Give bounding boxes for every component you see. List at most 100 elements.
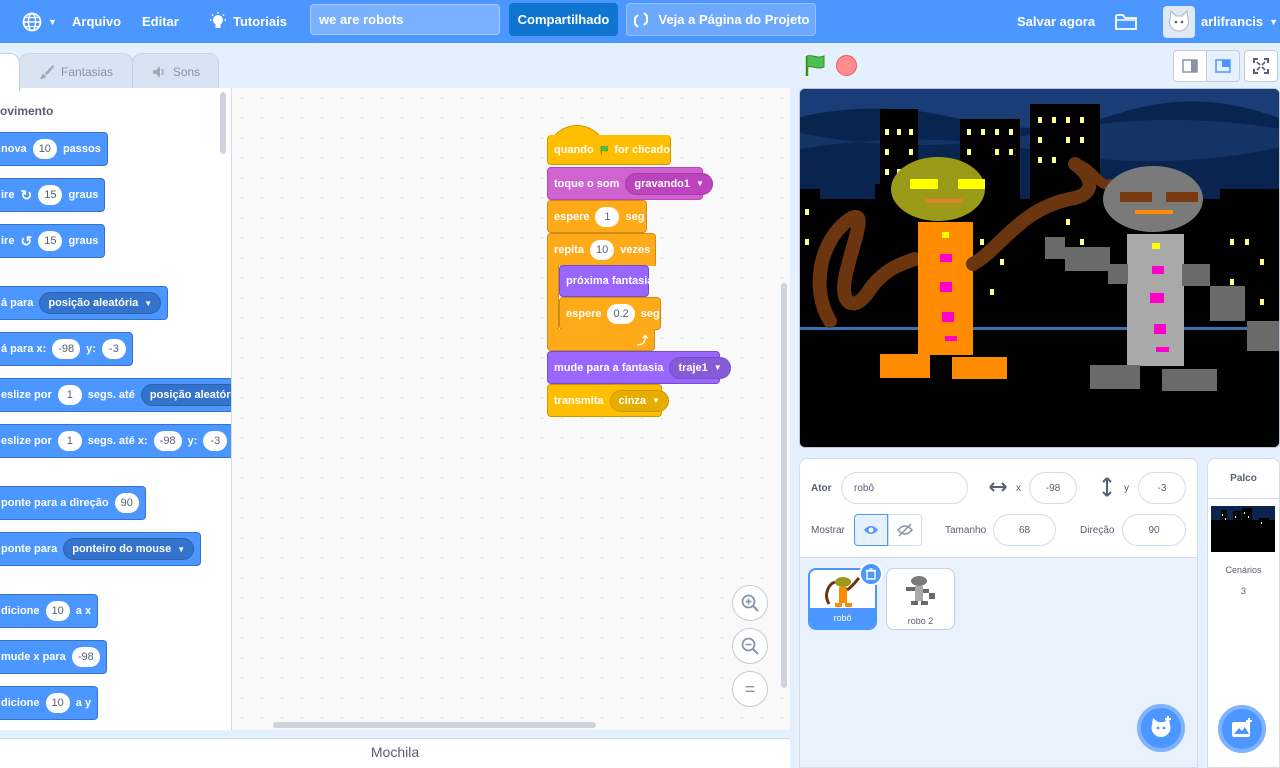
- target-dropdown[interactable]: posição aleatória ▼: [39, 292, 162, 314]
- degrees-input[interactable]: 15: [38, 185, 63, 205]
- backpack[interactable]: Mochila: [0, 738, 790, 768]
- palette-scrollbar[interactable]: [220, 92, 226, 154]
- y-input[interactable]: -3: [203, 431, 228, 451]
- direction-input[interactable]: 90: [1122, 514, 1186, 546]
- save-now-button[interactable]: Salvar agora: [1017, 0, 1095, 43]
- go-to-xy-block[interactable]: á para x: -98 y: -3: [0, 332, 133, 366]
- script-workspace[interactable]: quando for clicado toque o som gravando1…: [232, 88, 790, 730]
- glide-to-block[interactable]: eslize por 1 segs. até posição aleatória: [0, 378, 231, 412]
- sprite-thumb-robo-2[interactable]: robo 2: [886, 568, 955, 630]
- block-text: á para x:: [1, 343, 47, 355]
- hide-sprite-button[interactable]: [888, 514, 922, 546]
- direction-label: Direção: [1080, 525, 1115, 536]
- seconds-input[interactable]: 1: [57, 385, 82, 405]
- y-input[interactable]: -3: [101, 339, 126, 359]
- green-flag-button[interactable]: [803, 54, 827, 81]
- block-text: graus: [68, 189, 99, 201]
- block-text: for clicado: [614, 143, 670, 156]
- y-input[interactable]: -3: [1138, 472, 1186, 504]
- amount-input[interactable]: 10: [45, 693, 70, 713]
- dropdown-value: cinza: [618, 394, 647, 407]
- zoom-in-button[interactable]: [732, 585, 768, 621]
- tutorials-menu[interactable]: Tutoriais: [209, 0, 287, 43]
- zoom-out-button[interactable]: [732, 628, 768, 664]
- backdrops-label: Cenários: [1225, 565, 1262, 575]
- see-project-page-button[interactable]: Veja a Página do Projeto: [626, 3, 816, 36]
- go-to-block[interactable]: á para posição aleatória ▼: [0, 286, 169, 320]
- turn-right-block[interactable]: ire ↻ 15 graus: [0, 178, 106, 212]
- tab-sounds[interactable]: Sons: [132, 53, 219, 89]
- sound-dropdown[interactable]: gravando1 ▼: [625, 172, 713, 195]
- direction-input[interactable]: 90: [114, 493, 139, 513]
- seconds-input[interactable]: 0.2: [607, 303, 635, 324]
- play-sound-block[interactable]: toque o som gravando1 ▼: [547, 167, 713, 200]
- project-title-input[interactable]: we are robots: [310, 4, 500, 35]
- broadcast-block[interactable]: transmita cinza ▼: [547, 384, 669, 417]
- stage-canvas[interactable]: [799, 88, 1280, 448]
- zoom-reset-button[interactable]: =: [732, 671, 768, 707]
- edit-menu[interactable]: Editar: [142, 0, 179, 43]
- username-label: arlifrancis: [1201, 14, 1264, 29]
- sprite-name-input[interactable]: robô: [841, 472, 968, 504]
- stop-button[interactable]: [836, 55, 857, 76]
- chevron-down-icon: ▼: [144, 298, 153, 308]
- point-towards-block[interactable]: ponte para ponteiro do mouse ▼: [0, 532, 202, 566]
- seconds-input[interactable]: 1: [595, 206, 620, 227]
- target-dropdown[interactable]: posição aleatória: [140, 384, 231, 406]
- change-x-block[interactable]: dicione 10 a x: [0, 594, 99, 628]
- steps-input[interactable]: 10: [32, 139, 57, 159]
- delete-sprite-button[interactable]: [859, 562, 883, 586]
- seconds-input[interactable]: 1: [57, 431, 82, 451]
- message-dropdown[interactable]: cinza ▼: [609, 389, 669, 412]
- see-project-page-label: Veja a Página do Projeto: [658, 12, 810, 27]
- size-input[interactable]: 68: [993, 514, 1056, 546]
- amount-input[interactable]: 10: [45, 601, 70, 621]
- sprite-thumb-robo[interactable]: robô: [808, 562, 883, 630]
- set-x-block[interactable]: mude x para -98: [0, 640, 107, 674]
- next-costume-block[interactable]: próxima fantasia: [559, 265, 653, 297]
- move-steps-block[interactable]: nova 10 passos: [0, 132, 108, 166]
- block-text: próxima fantasia: [566, 275, 654, 287]
- degrees-input[interactable]: 15: [38, 231, 63, 251]
- workspace-horizontal-scrollbar[interactable]: [273, 722, 596, 728]
- tab-code[interactable]: [0, 53, 20, 91]
- file-menu[interactable]: Arquivo: [72, 0, 121, 43]
- my-stuff-button[interactable]: [1115, 0, 1137, 43]
- switch-costume-block[interactable]: mude para a fantasia traje1 ▼: [547, 351, 731, 384]
- workspace-vertical-scrollbar[interactable]: [781, 283, 787, 688]
- stage-target-panel[interactable]: Palco Cenários 3: [1207, 458, 1280, 768]
- tab-costumes[interactable]: Fantasias: [19, 53, 133, 89]
- file-menu-label: Arquivo: [72, 14, 122, 29]
- point-in-direction-block[interactable]: ponte para a direção 90: [0, 486, 146, 520]
- costume-dropdown[interactable]: traje1 ▼: [669, 356, 731, 379]
- sprite-thumb-label: robô: [810, 608, 875, 628]
- dropdown-value: gravando1: [634, 177, 691, 190]
- add-sprite-button[interactable]: [1137, 704, 1185, 752]
- fullscreen-button[interactable]: [1244, 50, 1278, 82]
- normal-stage-button[interactable]: [1206, 50, 1240, 82]
- share-button[interactable]: Compartilhado: [509, 3, 618, 36]
- size-label: Tamanho: [945, 525, 987, 536]
- x-input[interactable]: -98: [153, 431, 182, 451]
- add-backdrop-button[interactable]: [1218, 705, 1266, 753]
- wait-block[interactable]: espere 0.2 seg: [559, 297, 661, 330]
- small-stage-button[interactable]: [1173, 50, 1207, 82]
- language-menu[interactable]: ▼: [22, 0, 57, 43]
- glide-to-xy-block[interactable]: eslize por 1 segs. até x: -98 y: -3: [0, 424, 231, 458]
- repeat-count-input[interactable]: 10: [589, 240, 615, 260]
- rotate-left-icon: ↺: [20, 232, 33, 249]
- account-menu[interactable]: arlifrancis ▼: [1163, 0, 1278, 43]
- when-flag-clicked-block[interactable]: quando for clicado: [547, 135, 671, 165]
- turn-left-block[interactable]: ire ↺ 15 graus: [0, 224, 106, 258]
- change-y-block[interactable]: dicione 10 a y: [0, 686, 99, 720]
- x-input[interactable]: -98: [1029, 472, 1077, 504]
- x-input[interactable]: -98: [52, 339, 81, 359]
- robot-thumbnail: [824, 576, 860, 607]
- block-text: ponte para a direção: [1, 497, 109, 509]
- x-input[interactable]: -98: [71, 647, 100, 667]
- show-sprite-button[interactable]: [854, 514, 888, 546]
- repeat-block-footer: ⤴: [547, 329, 655, 351]
- wait-block[interactable]: espere 1 seg: [547, 200, 647, 233]
- target-dropdown[interactable]: ponteiro do mouse ▼: [63, 538, 195, 560]
- repeat-block[interactable]: repita 10 vezes: [547, 233, 656, 266]
